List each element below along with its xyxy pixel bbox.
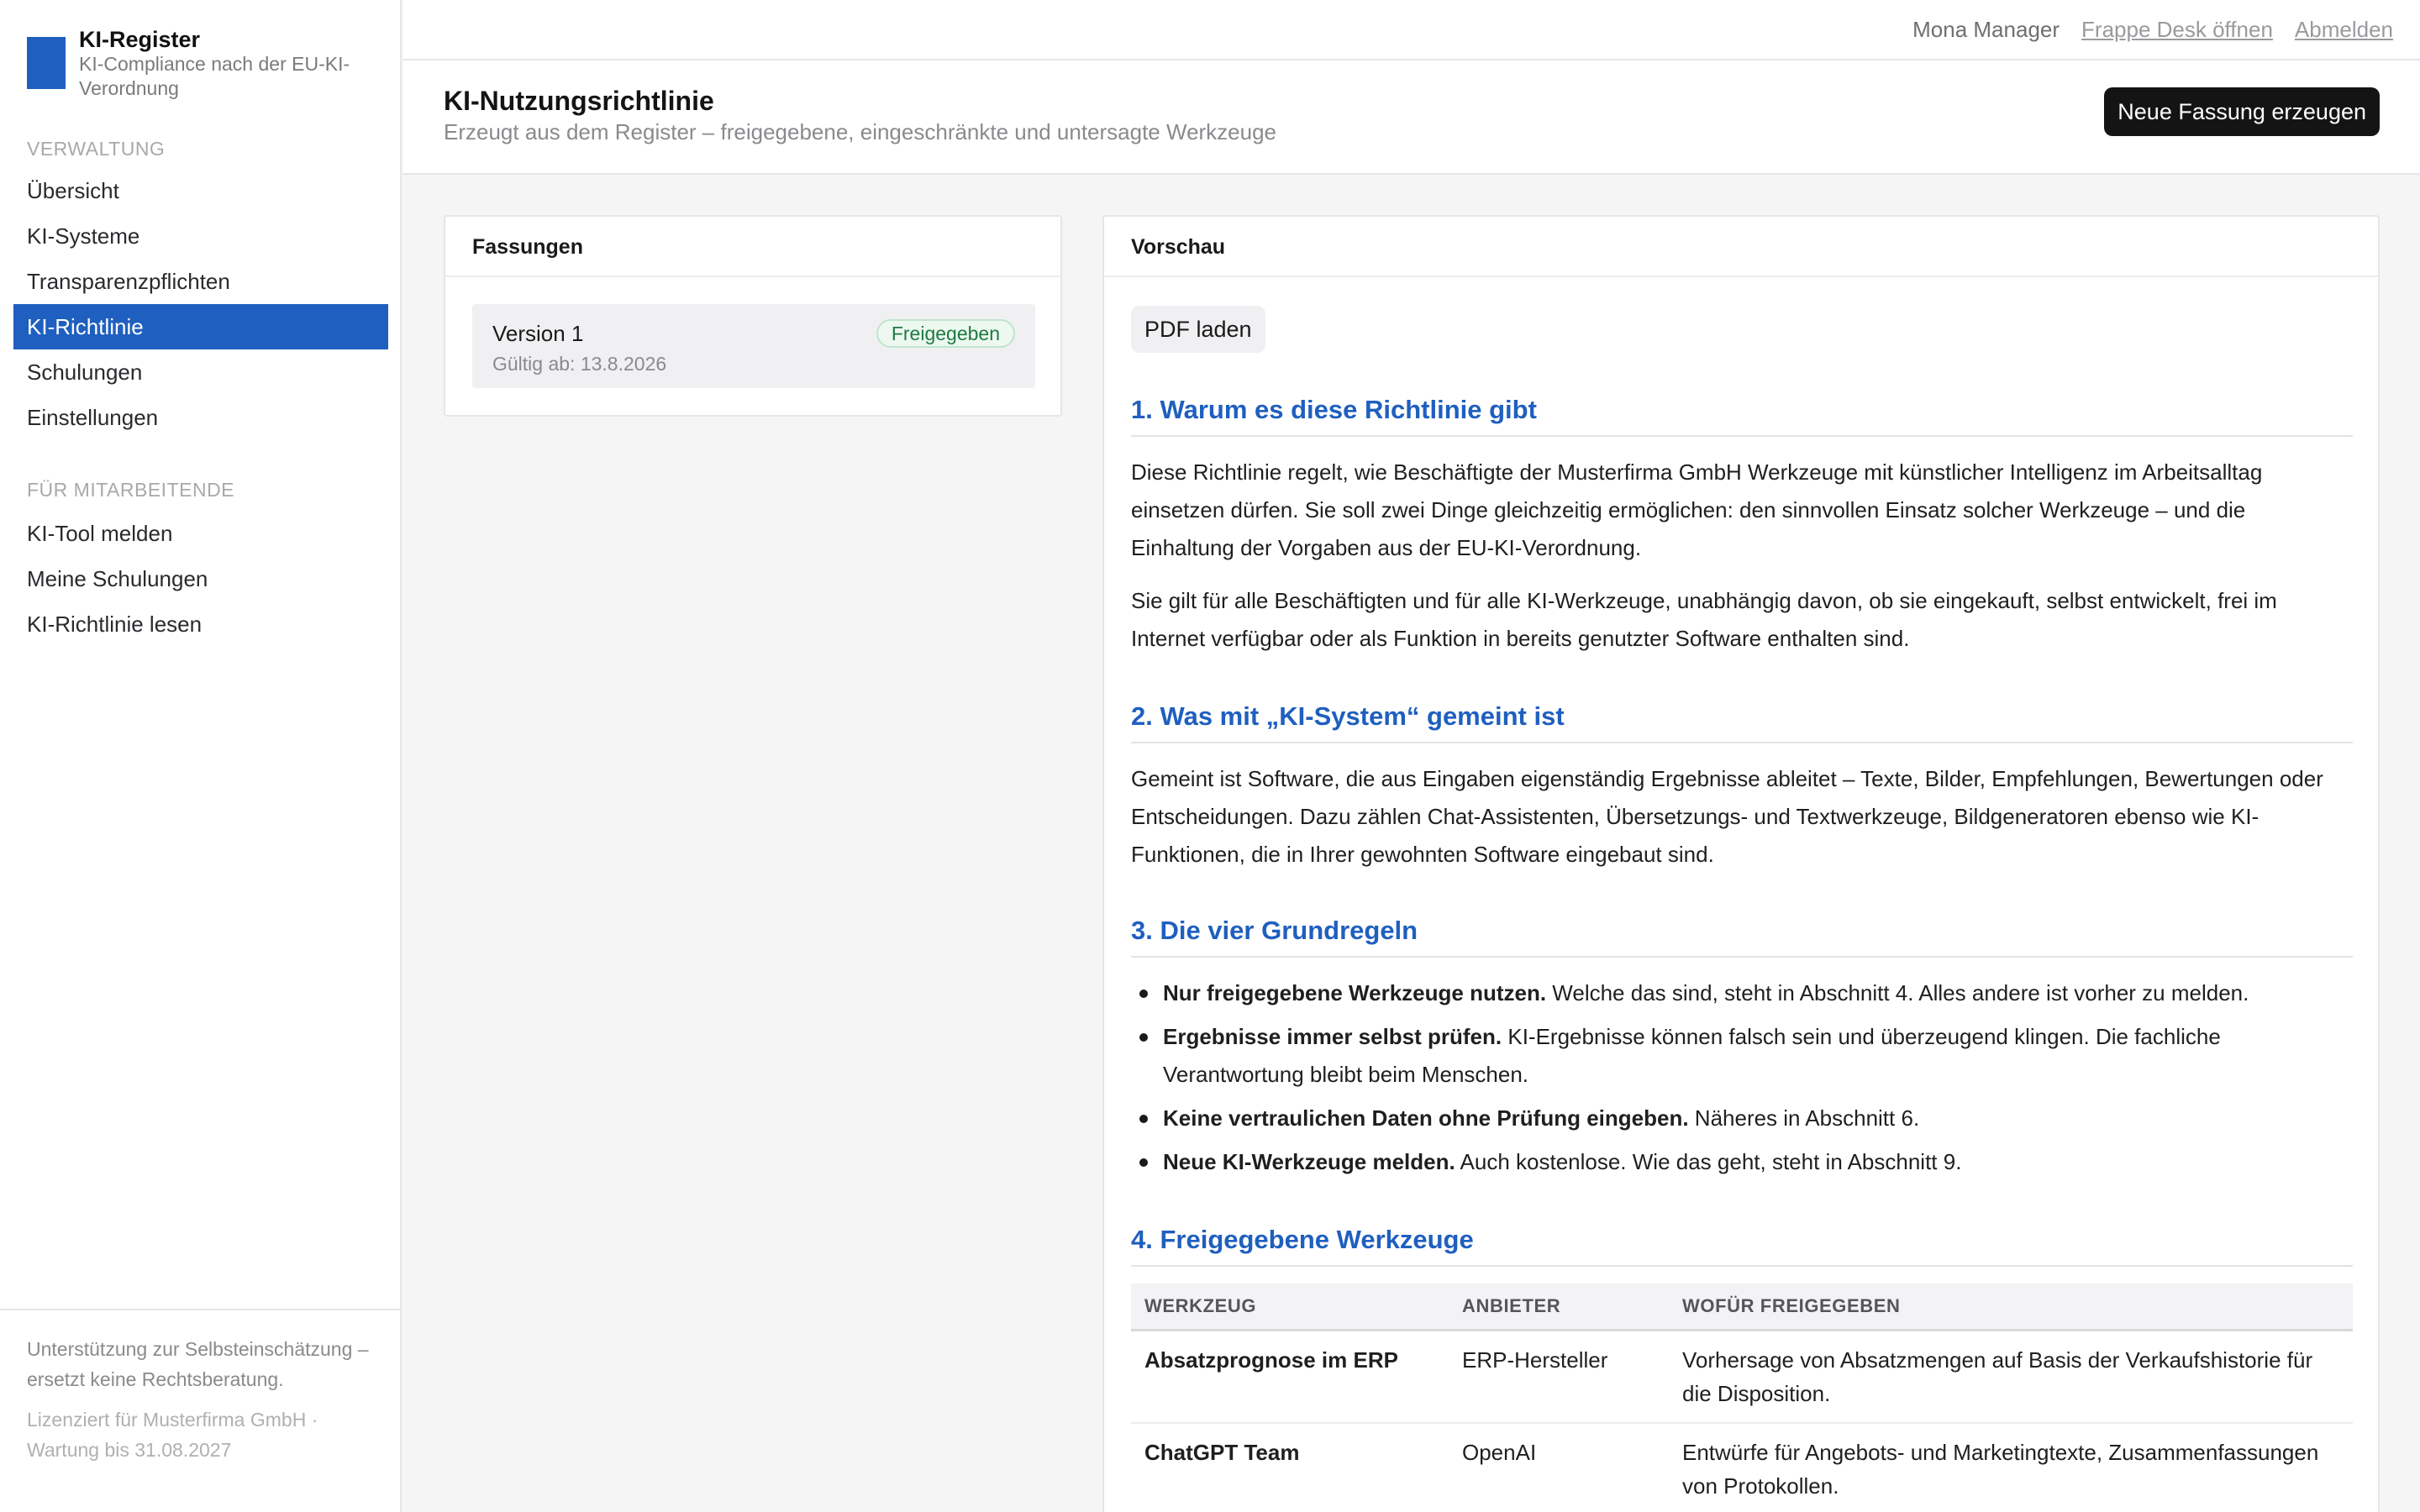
preview-card-title: Vorschau — [1104, 217, 2378, 277]
section-heading-3: 3. Die vier Grundregeln — [1131, 916, 2353, 958]
footer-disclaimer: Unterstützung zur Selbsteinschätzung – e… — [27, 1338, 369, 1390]
rule-title: Ergebnisse immer selbst prüfen. — [1163, 1024, 1502, 1049]
sidebar-footer: Unterstützung zur Selbsteinschätzung – e… — [0, 1309, 400, 1512]
list-item: Keine vertraulichen Daten ohne Prüfung e… — [1131, 1100, 2353, 1137]
logout-link[interactable]: Abmelden — [2295, 17, 2393, 43]
footer-license: Lizenziert für Musterfirma GmbH · Wartun… — [27, 1409, 318, 1461]
rule-text: Welche das sind, steht in Abschnitt 4. A… — [1546, 980, 2249, 1005]
section-1-paragraph-2: Sie gilt für alle Beschäftigten und für … — [1131, 588, 2277, 651]
current-user-name: Mona Manager — [1912, 17, 2060, 42]
cell-tool: Absatzprognose im ERP — [1131, 1330, 1449, 1424]
section-2-paragraph-1: Gemeint ist Software, die aus Eingaben e… — [1131, 766, 2323, 867]
topbar: Mona Manager Frappe Desk öffnen Abmelden — [403, 0, 2420, 60]
sidebar-item-ki-richtlinie-lesen[interactable]: KI-Richtlinie lesen — [13, 601, 388, 647]
sidebar-item-transparenzpflichten[interactable]: Transparenzpflichten — [13, 259, 388, 304]
status-badge: Freigegeben — [876, 319, 1015, 348]
column-header-tool: Werkzeug — [1131, 1284, 1449, 1331]
brand-logo — [27, 37, 66, 89]
rule-title: Keine vertraulichen Daten ohne Prüfung e… — [1163, 1105, 1689, 1131]
list-item: Ergebnisse immer selbst prüfen. KI-Ergeb… — [1131, 1018, 2353, 1094]
sidebar-item-ki-tool-melden[interactable]: KI-Tool melden — [13, 511, 388, 556]
brand[interactable]: KI-Register KI-Compliance nach der EU-KI… — [27, 27, 380, 102]
cell-purpose: Entwürfe für Angebots- und Marketingtext… — [1669, 1423, 2353, 1512]
section-heading-4: 4. Freigegebene Werkzeuge — [1131, 1225, 2353, 1267]
page-header: KI-Nutzungsrichtlinie Erzeugt aus dem Re… — [403, 60, 2420, 175]
sidebar-item-meine-schulungen[interactable]: Meine Schulungen — [13, 556, 388, 601]
list-item: Nur freigegebene Werkzeuge nutzen. Welch… — [1131, 974, 2353, 1012]
new-version-button[interactable]: Neue Fassung erzeugen — [2104, 87, 2380, 136]
approved-tools-table: Werkzeug Anbieter Wofür freigegeben Absa… — [1131, 1284, 2353, 1512]
column-header-purpose: Wofür freigegeben — [1669, 1284, 2353, 1331]
rules-list: Nur freigegebene Werkzeuge nutzen. Welch… — [1131, 974, 2353, 1181]
list-item: Neue KI-Werkzeuge melden. Auch kostenlos… — [1131, 1143, 2353, 1181]
nav-section-mitarbeitende: Für Mitarbeitende — [27, 479, 235, 501]
sidebar-item-einstellungen[interactable]: Einstellungen — [13, 395, 388, 440]
version-item[interactable]: Version 1 Gültig ab: 13.8.2026 Freigegeb… — [472, 304, 1035, 388]
cell-vendor: ERP-Hersteller — [1449, 1330, 1669, 1424]
brand-subtitle: KI-Compliance nach der EU-KI-Verordnung — [79, 53, 350, 99]
versions-card-title: Fassungen — [445, 217, 1060, 277]
sidebar-item-ki-richtlinie[interactable]: KI-Richtlinie — [13, 304, 388, 349]
frappe-desk-link[interactable]: Frappe Desk öffnen — [2081, 17, 2273, 43]
rule-title: Neue KI-Werkzeuge melden. — [1163, 1149, 1455, 1174]
rule-text: Näheres in Abschnitt 6. — [1688, 1105, 1920, 1131]
column-header-vendor: Anbieter — [1449, 1284, 1669, 1331]
versions-card: Fassungen Version 1 Gültig ab: 13.8.2026… — [444, 215, 1062, 417]
rule-title: Nur freigegebene Werkzeuge nutzen. — [1163, 980, 1547, 1005]
rule-text: Auch kostenlose. Wie das geht, steht in … — [1455, 1149, 1962, 1174]
topbar-links: Mona Manager Frappe Desk öffnen Abmelden — [1912, 17, 2393, 43]
section-1-paragraph-1: Diese Richtlinie regelt, wie Beschäftigt… — [1131, 459, 2263, 560]
page-title: KI-Nutzungsrichtlinie — [444, 86, 714, 116]
sidebar-item-ki-systeme[interactable]: KI-Systeme — [13, 213, 388, 259]
policy-preview: PDF laden 1. Warum es diese Richtlinie g… — [1131, 306, 2353, 1512]
sidebar-item-schulungen[interactable]: Schulungen — [13, 349, 388, 395]
sidebar: KI-Register KI-Compliance nach der EU-KI… — [0, 0, 402, 1512]
pdf-download-button[interactable]: PDF laden — [1131, 306, 1265, 353]
cell-tool: ChatGPT Team — [1131, 1423, 1449, 1512]
cell-vendor: OpenAI — [1449, 1423, 1669, 1512]
table-row: ChatGPT Team OpenAI Entwürfe für Angebot… — [1131, 1423, 2353, 1512]
version-name: Version 1 — [492, 321, 584, 346]
cell-purpose: Vorhersage von Absatzmengen auf Basis de… — [1669, 1330, 2353, 1424]
preview-card: Vorschau PDF laden 1. Warum es diese Ric… — [1102, 215, 2380, 1512]
section-heading-1: 1. Warum es diese Richtlinie gibt — [1131, 395, 2353, 437]
section-heading-2: 2. Was mit „KI-System“ gemeint ist — [1131, 701, 2353, 743]
page-subtitle: Erzeugt aus dem Register – freigegebene,… — [444, 119, 1277, 144]
brand-title: KI-Register — [79, 27, 201, 52]
version-valid-from: Gültig ab: 13.8.2026 — [492, 353, 667, 375]
sidebar-item-uebersicht[interactable]: Übersicht — [13, 168, 388, 213]
table-header-row: Werkzeug Anbieter Wofür freigegeben — [1131, 1284, 2353, 1331]
nav-section-verwaltung: Verwaltung — [27, 138, 166, 160]
table-row: Absatzprognose im ERP ERP-Hersteller Vor… — [1131, 1330, 2353, 1424]
